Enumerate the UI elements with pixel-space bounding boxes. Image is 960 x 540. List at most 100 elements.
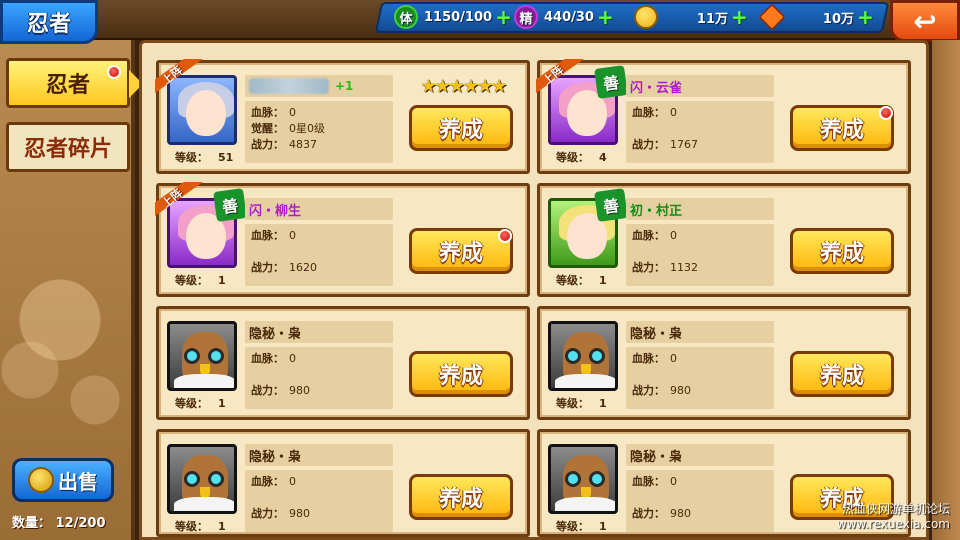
train-label: 养成 <box>438 487 483 512</box>
star-icon: ★ <box>448 75 465 97</box>
tab-ninja-fragments[interactable]: 忍者碎片 <box>6 122 130 172</box>
power-value: 980 <box>670 507 691 520</box>
level-value: 1 <box>218 274 226 287</box>
stats-box: 血脉： 0 战力： 1132 <box>626 224 774 286</box>
power-row: 战力： 1767 <box>632 137 768 153</box>
add-resource-button[interactable]: + <box>731 5 748 29</box>
shan-badge: 善 <box>594 65 628 99</box>
panel-border <box>932 40 960 540</box>
power-value: 1132 <box>670 261 698 274</box>
bloodline-label: 血脉： <box>632 106 665 119</box>
star-icon: ★ <box>477 75 493 97</box>
train-label: 养成 <box>438 364 483 389</box>
tab-ninja-fragments-label: 忍者碎片 <box>23 137 112 162</box>
power-label: 战力： <box>251 384 284 397</box>
star-icon: ★ <box>420 75 437 97</box>
power-row: 战力： 1132 <box>632 260 768 276</box>
ninja-card[interactable]: 等级： 1 隐秘・枭 血脉： 0 战力： 980 养成 <box>537 306 911 420</box>
star-rating: ★ ★ ★ ★ ★ ★ <box>407 75 519 97</box>
level-label: 等级： <box>556 274 589 287</box>
ninja-card[interactable]: 上阵 善 等级： 1 闪・柳生 血脉： 0 战力： 1620 养成 <box>155 182 530 297</box>
bloodline-value: 0 <box>289 352 296 365</box>
ninja-card[interactable]: 上阵 善 等级： 4 闪・云雀 血脉： 0 战力： 1767 养成 <box>536 59 911 174</box>
power-row: 战力： 980 <box>632 506 768 522</box>
ninja-portrait[interactable] <box>167 321 237 391</box>
train-button[interactable]: 养成 <box>790 228 894 274</box>
stats-box: 血脉： 0 战力： 980 <box>626 470 774 532</box>
train-button[interactable]: 养成 <box>790 351 894 397</box>
resource-value: 10万 <box>822 11 854 27</box>
train-button[interactable]: 养成 <box>409 351 513 397</box>
watermark-line2: www.rexuexia.com <box>836 517 950 531</box>
ninja-card[interactable]: 等级： 1 隐秘・枭 血脉： 0 战力： 980 养成 <box>156 306 530 420</box>
train-label: 养成 <box>438 118 483 143</box>
stats-box: 血脉： 0 战力： 1620 <box>245 224 393 286</box>
stats-box: 血脉： 0 战力： 980 <box>245 347 393 409</box>
bloodline-label: 血脉： <box>251 106 284 119</box>
ninja-name: 闪・柳生 <box>249 203 302 219</box>
power-label: 战力： <box>632 261 665 274</box>
train-button[interactable]: 养成 <box>409 105 513 151</box>
train-button[interactable]: 养成 <box>409 228 513 274</box>
bloodline-row: 血脉： 0 <box>632 105 768 121</box>
resource-3: 10万 + <box>758 3 874 31</box>
goggle-icon <box>184 471 200 487</box>
goggle-icon <box>208 348 224 364</box>
ninja-card[interactable]: 上阵 等级： 51 +1 血脉： 0 觉醒： 0星0级 战力： 4837 ★ ★ ★ ★… <box>155 59 530 174</box>
name-strip: 初・村正 <box>626 198 774 220</box>
stats-box: 血脉： 0 战力： 980 <box>245 470 393 532</box>
resource-1: 精 440/30 + <box>514 4 614 30</box>
ninja-portrait[interactable] <box>548 444 618 514</box>
ninja-name: 隐秘・枭 <box>249 326 302 342</box>
bloodline-label: 血脉： <box>251 229 284 242</box>
ninja-card[interactable]: 等级： 1 隐秘・枭 血脉： 0 战力： 980 养成 <box>156 429 530 537</box>
name-strip: 隐秘・枭 <box>626 444 774 466</box>
power-label: 战力： <box>251 507 284 520</box>
alert-dot-icon <box>879 106 893 120</box>
level-label: 等级： <box>175 520 208 533</box>
back-button[interactable]: ↩ <box>890 0 960 42</box>
level-row: 等级： 1 <box>556 395 607 411</box>
level-value: 1 <box>599 274 607 287</box>
bloodline-row: 血脉： 0 <box>251 105 387 121</box>
stats-box: 血脉： 0 战力： 1767 <box>626 101 774 163</box>
train-button[interactable]: 养成 <box>790 105 894 151</box>
awaken-row: 觉醒： 0星0级 <box>251 121 387 137</box>
bloodline-label: 血脉： <box>632 229 665 242</box>
sidebar: 忍者 忍者碎片 出售 数量： 12/200 <box>0 40 143 540</box>
train-button[interactable]: 养成 <box>409 474 513 520</box>
coin-icon <box>634 5 658 29</box>
bloodline-label: 血脉： <box>632 475 665 488</box>
tab-ninja[interactable]: 忍者 <box>6 58 143 108</box>
power-row: 战力： 980 <box>632 383 768 399</box>
bloodline-value: 0 <box>670 229 677 242</box>
add-resource-button[interactable]: + <box>597 5 614 29</box>
star-icon: ★ <box>463 75 479 97</box>
ninja-portrait[interactable] <box>167 75 237 145</box>
sell-button[interactable]: 出售 <box>12 458 114 502</box>
power-row: 战力： 980 <box>251 506 387 522</box>
add-resource-button[interactable]: + <box>495 5 512 29</box>
alert-dot-icon <box>107 65 121 79</box>
enhance-level: +1 <box>335 79 354 93</box>
ninja-portrait[interactable] <box>548 321 618 391</box>
resource-value: 440/30 <box>544 9 594 25</box>
resource-2: 11万 + <box>634 4 748 30</box>
level-row: 等级： 1 <box>556 518 607 534</box>
scarf <box>174 374 234 388</box>
level-row: 等级： 4 <box>556 149 607 165</box>
add-resource-button[interactable]: + <box>857 5 874 29</box>
level-row: 等级： 1 <box>175 272 226 288</box>
level-label: 等级： <box>175 397 208 410</box>
stamina-icon: 体 <box>394 5 418 29</box>
scarf <box>174 497 234 511</box>
ninja-name: 隐秘・枭 <box>249 449 302 465</box>
power-value: 980 <box>289 384 310 397</box>
ninja-portrait[interactable] <box>167 444 237 514</box>
level-label: 等级： <box>175 151 208 164</box>
ninja-name: 隐秘・枭 <box>630 326 683 342</box>
level-label: 等级： <box>175 274 208 287</box>
level-value: 1 <box>218 520 226 533</box>
ninja-card[interactable]: 善 等级： 1 初・村正 血脉： 0 战力： 1132 养成 <box>537 183 911 297</box>
power-value: 980 <box>670 384 691 397</box>
